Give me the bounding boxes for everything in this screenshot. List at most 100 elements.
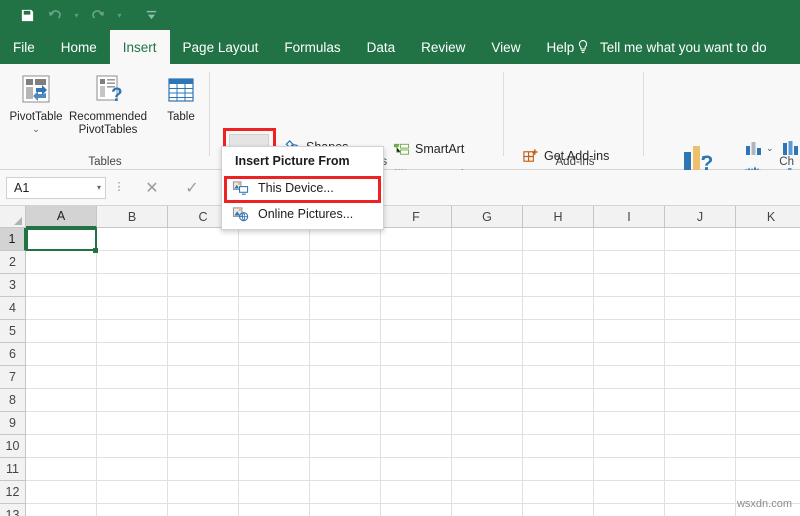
cell-J4[interactable]: [665, 297, 736, 320]
tab-review[interactable]: Review: [408, 30, 478, 64]
cell-J10[interactable]: [665, 435, 736, 458]
cell-B13[interactable]: [97, 504, 168, 516]
cell-K6[interactable]: [736, 343, 800, 366]
cell-B10[interactable]: [97, 435, 168, 458]
cell-J12[interactable]: [665, 481, 736, 504]
cell-D11[interactable]: [239, 458, 310, 481]
cell-F10[interactable]: [381, 435, 452, 458]
cell-G5[interactable]: [452, 320, 523, 343]
cell-B9[interactable]: [97, 412, 168, 435]
cell-K5[interactable]: [736, 320, 800, 343]
cell-E12[interactable]: [310, 481, 381, 504]
cell-K9[interactable]: [736, 412, 800, 435]
cell-I2[interactable]: [594, 251, 665, 274]
cell-H9[interactable]: [523, 412, 594, 435]
cell-E2[interactable]: [310, 251, 381, 274]
cell-D9[interactable]: [239, 412, 310, 435]
menu-item-online-pictures[interactable]: Online Pictures...: [222, 201, 383, 227]
cell-G8[interactable]: [452, 389, 523, 412]
cell-F12[interactable]: [381, 481, 452, 504]
cell-B11[interactable]: [97, 458, 168, 481]
row-header-3[interactable]: 3: [0, 274, 26, 297]
cell-G3[interactable]: [452, 274, 523, 297]
redo-icon[interactable]: [85, 2, 111, 28]
cell-A8[interactable]: [26, 389, 97, 412]
cell-D7[interactable]: [239, 366, 310, 389]
row-header-10[interactable]: 10: [0, 435, 26, 458]
cell-E8[interactable]: [310, 389, 381, 412]
row-header-13[interactable]: 13: [0, 504, 26, 516]
cell-D13[interactable]: [239, 504, 310, 516]
tab-data[interactable]: Data: [354, 30, 409, 64]
cell-B1[interactable]: [97, 228, 168, 251]
cell-A9[interactable]: [26, 412, 97, 435]
cell-C5[interactable]: [168, 320, 239, 343]
cell-C11[interactable]: [168, 458, 239, 481]
cell-G11[interactable]: [452, 458, 523, 481]
column-chart-dropdown-icon[interactable]: ⌄: [766, 143, 774, 154]
cell-E5[interactable]: [310, 320, 381, 343]
cell-C13[interactable]: [168, 504, 239, 516]
cell-J6[interactable]: [665, 343, 736, 366]
cell-I13[interactable]: [594, 504, 665, 516]
cell-B2[interactable]: [97, 251, 168, 274]
row-header-1[interactable]: 1: [0, 228, 26, 251]
cell-I10[interactable]: [594, 435, 665, 458]
cell-C3[interactable]: [168, 274, 239, 297]
table-button[interactable]: Table: [156, 68, 206, 124]
cell-F8[interactable]: [381, 389, 452, 412]
cell-G1[interactable]: [452, 228, 523, 251]
cell-K7[interactable]: [736, 366, 800, 389]
cell-J3[interactable]: [665, 274, 736, 297]
cell-F7[interactable]: [381, 366, 452, 389]
cell-I12[interactable]: [594, 481, 665, 504]
cell-A4[interactable]: [26, 297, 97, 320]
cell-H13[interactable]: [523, 504, 594, 516]
tab-home[interactable]: Home: [48, 30, 110, 64]
row-header-6[interactable]: 6: [0, 343, 26, 366]
cell-C1[interactable]: [168, 228, 239, 251]
cell-D5[interactable]: [239, 320, 310, 343]
cell-F1[interactable]: [381, 228, 452, 251]
cell-C8[interactable]: [168, 389, 239, 412]
cell-I11[interactable]: [594, 458, 665, 481]
cell-B3[interactable]: [97, 274, 168, 297]
cell-A7[interactable]: [26, 366, 97, 389]
undo-dropdown-icon[interactable]: ▾: [70, 2, 83, 28]
row-header-8[interactable]: 8: [0, 389, 26, 412]
cell-B6[interactable]: [97, 343, 168, 366]
cell-B12[interactable]: [97, 481, 168, 504]
cell-J5[interactable]: [665, 320, 736, 343]
cell-C2[interactable]: [168, 251, 239, 274]
cell-F9[interactable]: [381, 412, 452, 435]
cell-F13[interactable]: [381, 504, 452, 516]
column-header-b[interactable]: B: [97, 206, 168, 228]
cell-K11[interactable]: [736, 458, 800, 481]
cell-G9[interactable]: [452, 412, 523, 435]
bar-chart-button[interactable]: [782, 140, 800, 156]
cell-I5[interactable]: [594, 320, 665, 343]
cell-D2[interactable]: [239, 251, 310, 274]
tab-formulas[interactable]: Formulas: [271, 30, 353, 64]
column-header-h[interactable]: H: [523, 206, 594, 228]
cell-J11[interactable]: [665, 458, 736, 481]
cell-K2[interactable]: [736, 251, 800, 274]
row-header-12[interactable]: 12: [0, 481, 26, 504]
cell-E11[interactable]: [310, 458, 381, 481]
cell-A13[interactable]: [26, 504, 97, 516]
cell-C12[interactable]: [168, 481, 239, 504]
cell-K4[interactable]: [736, 297, 800, 320]
cell-J1[interactable]: [665, 228, 736, 251]
save-icon[interactable]: [14, 2, 40, 28]
enter-icon[interactable]: ✓: [172, 178, 212, 198]
cell-D6[interactable]: [239, 343, 310, 366]
cell-D4[interactable]: [239, 297, 310, 320]
cell-H8[interactable]: [523, 389, 594, 412]
cell-F11[interactable]: [381, 458, 452, 481]
cell-A10[interactable]: [26, 435, 97, 458]
recommended-pivot-tables-button[interactable]: ? Recommended PivotTables: [62, 68, 154, 137]
tell-me-search[interactable]: Tell me what you want to do: [575, 30, 767, 64]
cell-D12[interactable]: [239, 481, 310, 504]
cell-H10[interactable]: [523, 435, 594, 458]
undo-icon[interactable]: [42, 2, 68, 28]
